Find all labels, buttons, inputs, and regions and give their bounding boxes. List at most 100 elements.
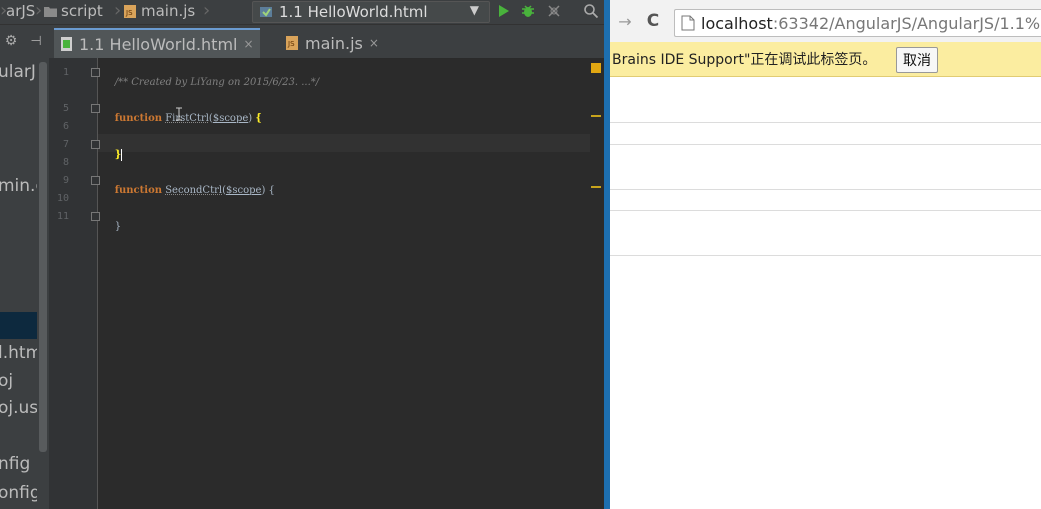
code-brace: { bbox=[268, 185, 275, 196]
code-comment: /** Created by LiYang on 2015/6/23. ...*… bbox=[114, 77, 320, 88]
run-config-label: 1.1 HelloWorld.html bbox=[279, 3, 428, 21]
project-item[interactable]: min.c bbox=[0, 176, 37, 196]
page-divider bbox=[610, 144, 1041, 145]
line-number: 7 bbox=[62, 139, 69, 150]
debug-button[interactable] bbox=[519, 2, 537, 20]
search-icon bbox=[584, 4, 599, 19]
line-number: 5 bbox=[62, 103, 69, 114]
reload-button[interactable]: C bbox=[644, 11, 662, 31]
page-divider bbox=[610, 255, 1041, 256]
line-number: 6 bbox=[62, 121, 69, 132]
line-number: 11 bbox=[56, 211, 69, 222]
chevron-down-icon: ▼ bbox=[469, 3, 479, 17]
forward-button[interactable]: → bbox=[616, 11, 634, 31]
project-item[interactable]: nfig bbox=[0, 454, 30, 474]
project-item[interactable]: oj bbox=[0, 371, 13, 391]
tab-main-js[interactable]: JS main.js × bbox=[280, 29, 385, 57]
code-brace: } bbox=[114, 221, 122, 232]
code-paren: ) bbox=[248, 113, 253, 124]
page-divider bbox=[610, 122, 1041, 123]
cancel-label: 取消 bbox=[903, 53, 931, 69]
infobar-message: Brains IDE Support"正在调试此标签页。 bbox=[612, 52, 877, 68]
code-line[interactable]: /** Created by LiYang on 2015/6/23. ...*… bbox=[102, 66, 319, 99]
current-line-highlight bbox=[98, 134, 590, 152]
warning-marker[interactable] bbox=[591, 115, 601, 117]
line-number: 8 bbox=[62, 157, 69, 168]
warning-marker[interactable] bbox=[591, 186, 601, 188]
breadcrumb-main-js[interactable]: JS main.js bbox=[124, 2, 195, 20]
run-config-dropdown[interactable]: 1.1 HelloWorld.html ▼ bbox=[252, 1, 490, 23]
breadcrumb-separator: › bbox=[203, 0, 211, 21]
line-number: 10 bbox=[56, 193, 69, 204]
line-number: 9 bbox=[62, 175, 69, 186]
code-parameter: $scope bbox=[212, 113, 249, 124]
html-file-icon bbox=[61, 37, 72, 51]
error-stripe bbox=[590, 58, 604, 509]
selected-project-item bbox=[0, 312, 37, 339]
html-run-icon bbox=[260, 7, 272, 17]
fold-marker[interactable] bbox=[91, 212, 100, 221]
project-scrollbar[interactable] bbox=[39, 62, 47, 452]
coverage-button[interactable] bbox=[545, 2, 563, 20]
code-keyword: function bbox=[114, 185, 163, 196]
breadcrumb-separator: › bbox=[35, 0, 43, 21]
coverage-icon bbox=[548, 5, 560, 17]
js-file-icon: JS bbox=[286, 36, 298, 50]
svg-text:JS: JS bbox=[125, 9, 133, 17]
fold-marker[interactable] bbox=[91, 140, 100, 149]
project-item[interactable]: ularJS bbox=[0, 62, 37, 82]
code-line[interactable]: function SecondCtrl($scope) { bbox=[102, 174, 275, 207]
breadcrumb-label: main.js bbox=[141, 2, 196, 20]
line-number: 1 bbox=[62, 67, 69, 78]
settings-button[interactable]: ⚙ bbox=[2, 32, 20, 50]
debugging-infobar: Brains IDE Support"正在调试此标签页。 取消 bbox=[610, 42, 1041, 77]
code-function-name: FirstCtrl bbox=[165, 113, 209, 124]
page-divider bbox=[610, 189, 1041, 190]
fold-marker[interactable] bbox=[91, 176, 100, 185]
run-button[interactable] bbox=[495, 2, 513, 20]
tab-hello-world-html[interactable]: 1.1 HelloWorld.html × bbox=[54, 28, 260, 58]
project-item[interactable]: onfig bbox=[0, 483, 37, 503]
code-function-name: SecondCtrl bbox=[165, 185, 223, 196]
code-brace: { bbox=[255, 113, 262, 124]
collapse-panel-button[interactable]: ⊣ bbox=[27, 32, 45, 50]
breadcrumb-separator: › bbox=[114, 0, 122, 21]
browser-window: → C localhost:63342/AngularJS/AngularJS/… bbox=[604, 0, 1041, 509]
breadcrumb-project[interactable]: arJS bbox=[6, 2, 35, 20]
address-bar[interactable]: localhost:63342/AngularJS/AngularJS/1.1%… bbox=[674, 9, 1041, 37]
code-paren: ) bbox=[261, 185, 266, 196]
search-everywhere-button[interactable] bbox=[582, 2, 600, 20]
folder-icon bbox=[44, 6, 57, 17]
tab-label: main.js bbox=[305, 33, 363, 53]
code-keyword: function bbox=[114, 113, 163, 124]
code-line[interactable]: } bbox=[102, 210, 121, 243]
gear-icon: ⚙ bbox=[4, 33, 18, 49]
tab-label: 1.1 HelloWorld.html bbox=[79, 34, 238, 54]
reload-icon: C bbox=[646, 11, 660, 31]
code-parameter: $scope bbox=[226, 185, 262, 196]
breadcrumb-script[interactable]: script bbox=[44, 2, 103, 20]
page-icon bbox=[681, 15, 695, 31]
navigation-bar: › arJS › script › JS main.js › 1.1 Hello… bbox=[0, 0, 604, 25]
warning-status-icon[interactable] bbox=[591, 63, 601, 73]
play-icon bbox=[499, 5, 509, 17]
breadcrumb-label: arJS bbox=[6, 2, 36, 20]
close-icon[interactable]: × bbox=[243, 37, 253, 51]
ide-window: › arJS › script › JS main.js › 1.1 Hello… bbox=[0, 0, 604, 509]
fold-marker[interactable] bbox=[91, 68, 100, 77]
breadcrumb-label: script bbox=[61, 2, 103, 20]
js-file-icon: JS bbox=[124, 4, 136, 18]
project-tool-window: ularJS min.c l.htm oj oj.us nfig onfig bbox=[0, 58, 37, 509]
cancel-debug-button[interactable]: 取消 bbox=[896, 47, 938, 73]
page-divider bbox=[610, 210, 1041, 211]
code-line[interactable]: } bbox=[102, 138, 123, 172]
project-item[interactable]: oj.us bbox=[0, 398, 37, 418]
project-item[interactable]: l.htm bbox=[0, 343, 37, 363]
url-host: localhost bbox=[701, 13, 773, 33]
close-icon[interactable]: × bbox=[369, 36, 379, 50]
fold-marker[interactable] bbox=[91, 104, 100, 113]
editor-tabs-bar: ⚙ ⊣ 1.1 HelloWorld.html × JS main.js × bbox=[0, 25, 604, 59]
arrow-right-icon: → bbox=[618, 11, 632, 31]
collapse-icon: ⊣ bbox=[30, 33, 42, 49]
bug-icon bbox=[522, 5, 534, 17]
